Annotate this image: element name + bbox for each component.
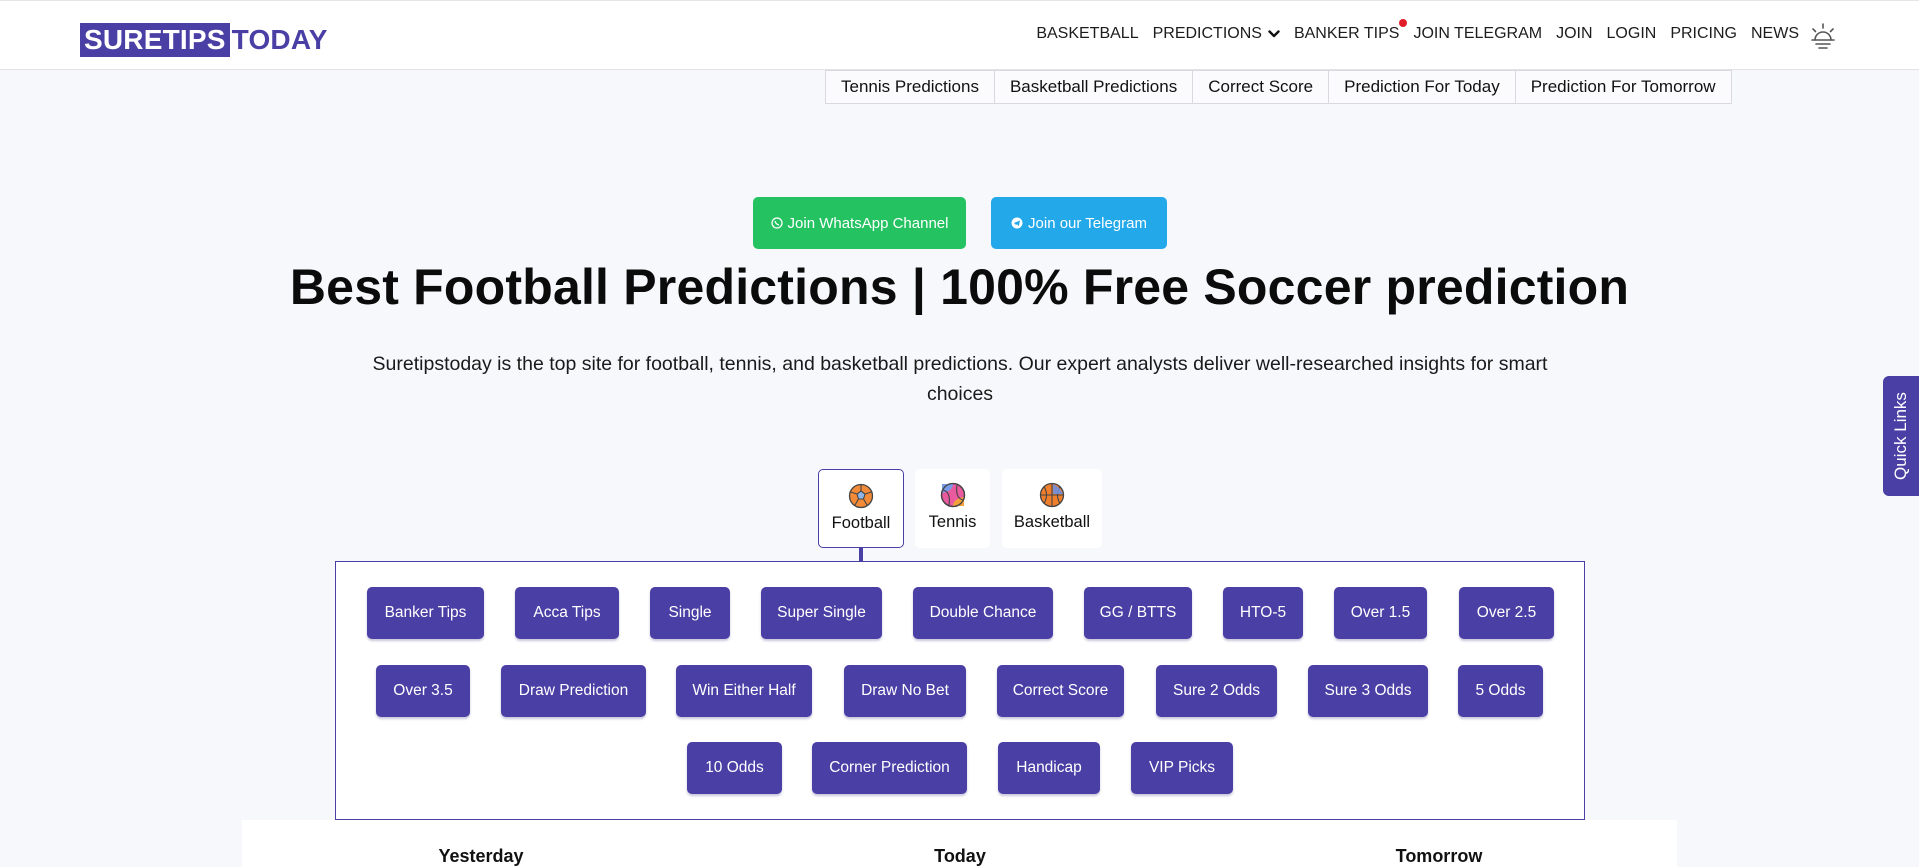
day-tab-tomorrow[interactable]: Tomorrow: [1339, 846, 1539, 867]
category-over-3-5[interactable]: Over 3.5: [376, 665, 470, 717]
secondary-tabs: Tennis Predictions Basketball Prediction…: [825, 70, 1732, 104]
subtab-basketball-predictions[interactable]: Basketball Predictions: [995, 71, 1194, 103]
subtab-tennis-predictions[interactable]: Tennis Predictions: [826, 71, 995, 103]
nav-predictions[interactable]: PREDICTIONS: [1153, 25, 1280, 43]
notification-dot: [1399, 19, 1408, 27]
nav-join-telegram[interactable]: JOIN TELEGRAM: [1413, 25, 1542, 43]
category-over-2-5[interactable]: Over 2.5: [1459, 587, 1554, 639]
category-draw-prediction[interactable]: Draw Prediction: [501, 665, 646, 717]
category-double-chance[interactable]: Double Chance: [913, 587, 1053, 639]
day-tab-yesterday[interactable]: Yesterday: [381, 846, 581, 867]
category-win-either-half[interactable]: Win Either Half: [676, 665, 812, 717]
chevron-down-icon: [1268, 30, 1280, 38]
top-header: SURETIPS TODAY BASKETBALL PREDICTIONS BA…: [0, 0, 1919, 70]
category-acca-tips[interactable]: Acca Tips: [515, 587, 619, 639]
category-corner-prediction[interactable]: Corner Prediction: [812, 742, 967, 794]
sport-tab-football-label: Football: [831, 514, 891, 532]
join-whatsapp-button[interactable]: Join WhatsApp Channel: [753, 197, 966, 249]
category-gg-btts[interactable]: GG / BTTS: [1084, 587, 1192, 639]
subtab-prediction-tomorrow[interactable]: Prediction For Tomorrow: [1516, 71, 1731, 103]
football-icon: [848, 483, 874, 509]
quick-links-label: Quick Links: [1891, 392, 1910, 480]
category-5-odds[interactable]: 5 Odds: [1458, 665, 1543, 717]
category-handicap[interactable]: Handicap: [998, 742, 1100, 794]
join-telegram-button[interactable]: Join our Telegram: [991, 197, 1167, 249]
category-single[interactable]: Single: [650, 587, 730, 639]
page-intro: Suretipstoday is the top site for footba…: [372, 353, 1548, 405]
day-tab-today[interactable]: Today: [860, 846, 1060, 867]
nav-basketball[interactable]: BASKETBALL: [1036, 25, 1138, 43]
sport-tab-football[interactable]: Football: [818, 469, 904, 548]
sport-tab-basketball[interactable]: Basketball: [1002, 469, 1102, 548]
category-sure-2-odds[interactable]: Sure 2 Odds: [1156, 665, 1277, 717]
sport-tab-basketball-label: Basketball: [1013, 513, 1091, 531]
whatsapp-icon: [770, 217, 783, 229]
quick-links-tab[interactable]: Quick Links: [1883, 376, 1919, 496]
category-super-single[interactable]: Super Single: [761, 587, 882, 639]
category-correct-score[interactable]: Correct Score: [997, 665, 1124, 717]
logo-box-text: SURETIPS: [80, 23, 230, 57]
main-nav: BASKETBALL PREDICTIONS BANKER TIPS JOIN …: [1022, 19, 1799, 43]
nav-banker-tips[interactable]: BANKER TIPS: [1293, 19, 1408, 43]
nav-login[interactable]: LOGIN: [1607, 25, 1657, 43]
category-sure-3-odds[interactable]: Sure 3 Odds: [1308, 665, 1428, 717]
nav-pricing[interactable]: PRICING: [1670, 25, 1737, 43]
nav-predictions-label: PREDICTIONS: [1152, 25, 1262, 42]
join-telegram-label: Join our Telegram: [1028, 214, 1147, 232]
join-whatsapp-label: Join WhatsApp Channel: [787, 214, 949, 232]
sport-tab-tennis-label: Tennis: [928, 513, 977, 531]
active-tab-connector: [859, 548, 863, 562]
subtab-correct-score[interactable]: Correct Score: [1193, 71, 1330, 103]
subtab-prediction-today[interactable]: Prediction For Today: [1329, 71, 1516, 103]
page-title: Best Football Predictions | 100% Free So…: [289, 259, 1630, 315]
category-vip-picks[interactable]: VIP Picks: [1131, 742, 1233, 794]
category-over-1-5[interactable]: Over 1.5: [1334, 587, 1427, 639]
category-hto-5[interactable]: HTO-5: [1223, 587, 1303, 639]
category-draw-no-bet[interactable]: Draw No Bet: [844, 665, 966, 717]
sunrise-theme-icon[interactable]: [1807, 21, 1839, 53]
site-logo[interactable]: SURETIPS TODAY: [80, 23, 328, 57]
nav-news[interactable]: NEWS: [1751, 25, 1799, 43]
logo-tail-text: TODAY: [231, 24, 328, 55]
sport-tab-tennis[interactable]: Tennis: [915, 469, 990, 548]
category-banker-tips[interactable]: Banker Tips: [367, 587, 484, 639]
nav-join[interactable]: JOIN: [1556, 25, 1592, 43]
tennis-ball-icon: [940, 482, 965, 508]
basketball-icon: [1039, 482, 1065, 508]
nav-banker-tips-label: BANKER TIPS: [1293, 25, 1400, 42]
telegram-icon: [1011, 217, 1023, 229]
category-10-odds[interactable]: 10 Odds: [687, 742, 782, 794]
